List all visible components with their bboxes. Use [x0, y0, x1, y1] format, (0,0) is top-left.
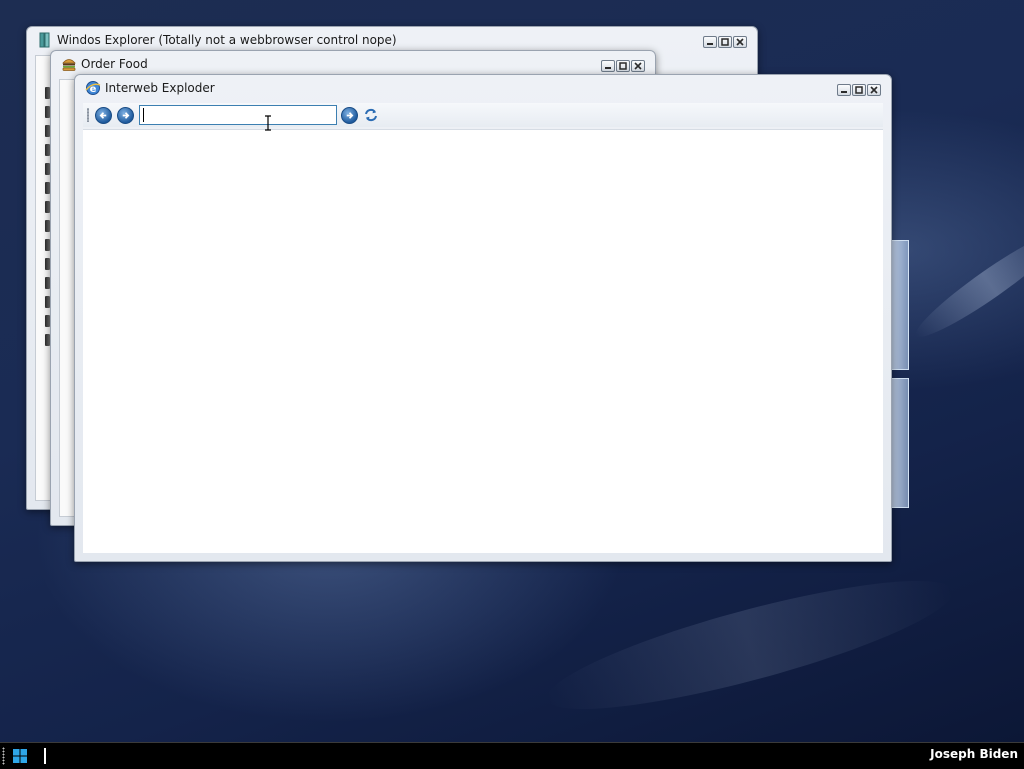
window-controls — [837, 84, 881, 96]
window-controls — [703, 36, 747, 48]
close-icon — [736, 38, 744, 46]
windows-logo-icon — [13, 749, 27, 763]
forward-arrow-icon — [122, 111, 130, 119]
taskbar-grip[interactable] — [2, 747, 5, 765]
close-button[interactable] — [631, 60, 645, 72]
window-controls — [601, 60, 645, 72]
wallpaper-streak — [908, 220, 1024, 348]
window-title: Order Food — [81, 57, 148, 71]
close-icon — [634, 62, 642, 70]
minimize-button[interactable] — [601, 60, 615, 72]
close-button[interactable] — [867, 84, 881, 96]
text-caret — [143, 108, 144, 122]
wallpaper-streak — [538, 556, 962, 734]
taskbar-input-caret[interactable] — [44, 748, 46, 764]
browser-content-area[interactable] — [83, 129, 883, 553]
hidden-window-edge[interactable] — [891, 378, 909, 508]
window-title: Windos Explorer (Totally not a webbrowse… — [57, 33, 397, 47]
minimize-icon — [605, 67, 611, 69]
text-cursor-icon — [265, 115, 271, 131]
maximize-button[interactable] — [718, 36, 732, 48]
desktop: Windos Explorer (Totally not a webbrowse… — [0, 0, 1024, 742]
start-button[interactable] — [10, 746, 30, 766]
maximize-button[interactable] — [852, 84, 866, 96]
window-title: Interweb Exploder — [105, 81, 215, 95]
go-arrow-icon — [346, 111, 354, 119]
interweb-exploder-window[interactable]: e Interweb Exploder — [74, 74, 892, 562]
back-button[interactable] — [95, 106, 112, 124]
minimize-icon — [707, 43, 713, 45]
minimize-button[interactable] — [703, 36, 717, 48]
close-button[interactable] — [733, 36, 747, 48]
hidden-window-edge[interactable] — [891, 240, 909, 370]
address-bar-input[interactable] — [139, 105, 337, 125]
burger-icon — [62, 59, 76, 71]
taskbar: Joseph Biden — [0, 742, 1024, 769]
explorer-icon — [39, 32, 50, 48]
refresh-button[interactable] — [363, 107, 379, 123]
maximize-icon — [619, 62, 627, 70]
exploder-titlebar[interactable]: e Interweb Exploder — [75, 75, 891, 101]
close-icon — [870, 86, 878, 94]
user-name-label[interactable]: Joseph Biden — [930, 747, 1018, 761]
maximize-icon — [721, 38, 729, 46]
refresh-icon — [365, 108, 377, 122]
minimize-icon — [841, 91, 847, 93]
minimize-button[interactable] — [837, 84, 851, 96]
ie-icon: e — [85, 81, 101, 95]
forward-button[interactable] — [117, 106, 134, 124]
back-arrow-icon — [99, 111, 107, 119]
maximize-button[interactable] — [616, 60, 630, 72]
toolbar-grip[interactable] — [87, 108, 89, 122]
go-button[interactable] — [341, 106, 358, 124]
maximize-icon — [855, 86, 863, 94]
navigation-toolbar — [83, 103, 883, 127]
